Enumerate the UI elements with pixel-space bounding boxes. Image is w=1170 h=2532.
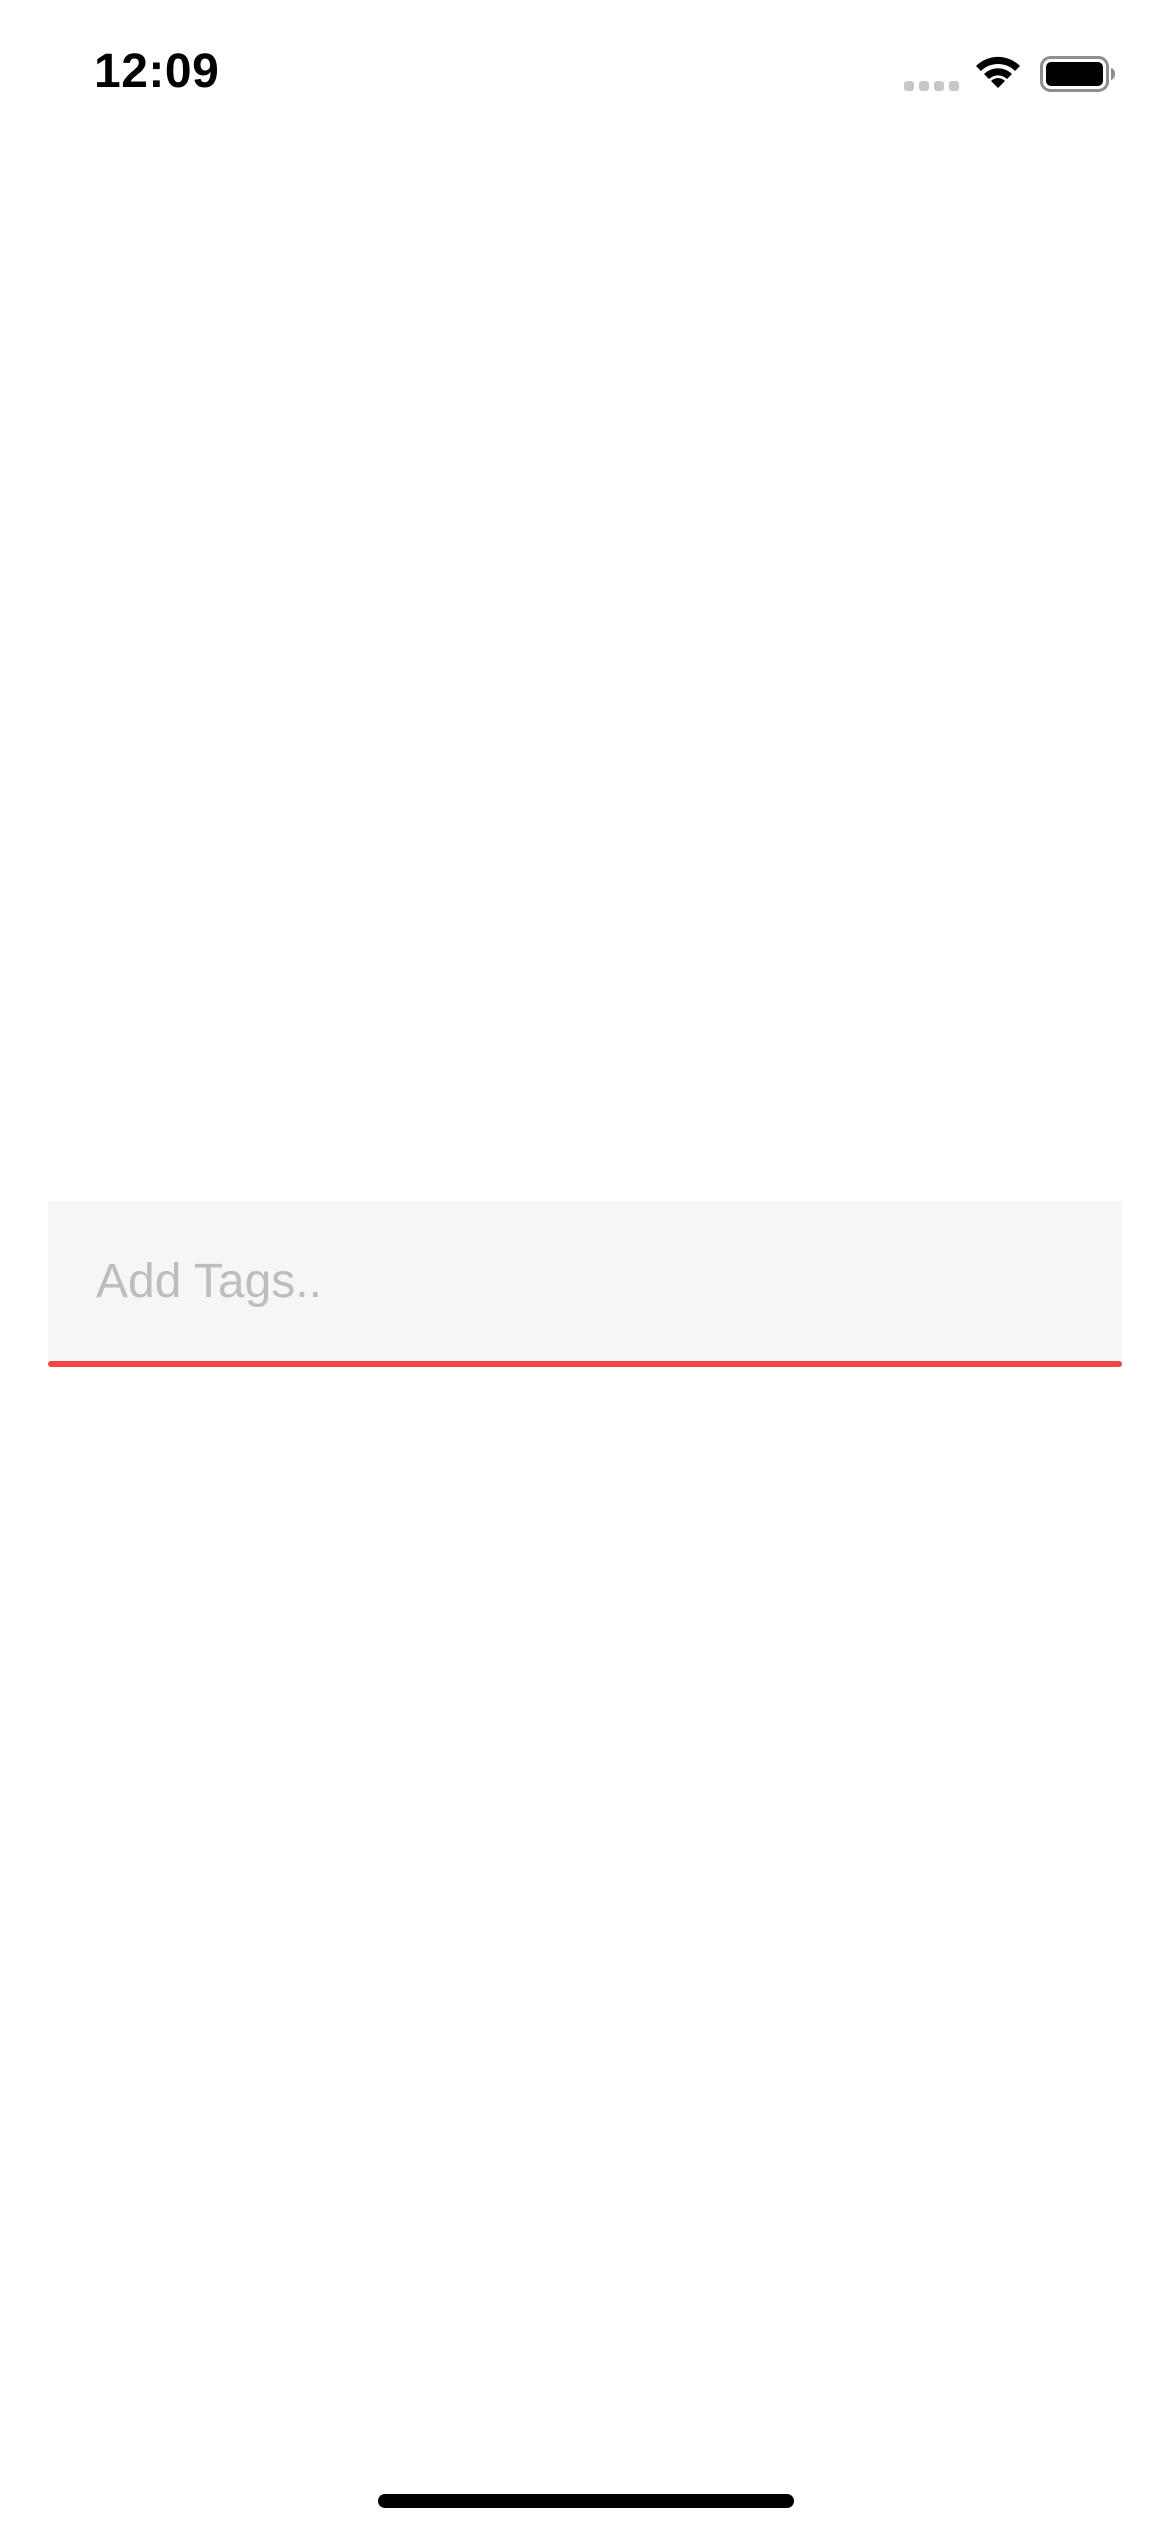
cellular-signal-icon [904, 81, 959, 91]
add-tags-input[interactable] [48, 1201, 1122, 1361]
status-bar: 12:09 [0, 0, 1170, 140]
home-indicator[interactable] [378, 2494, 794, 2508]
battery-icon [1040, 56, 1115, 92]
add-tags-underline [48, 1361, 1122, 1367]
screen: 12:09 [0, 0, 1170, 2532]
wifi-icon [976, 56, 1020, 88]
status-time: 12:09 [94, 45, 220, 98]
add-tags-field[interactable] [48, 1201, 1122, 1367]
